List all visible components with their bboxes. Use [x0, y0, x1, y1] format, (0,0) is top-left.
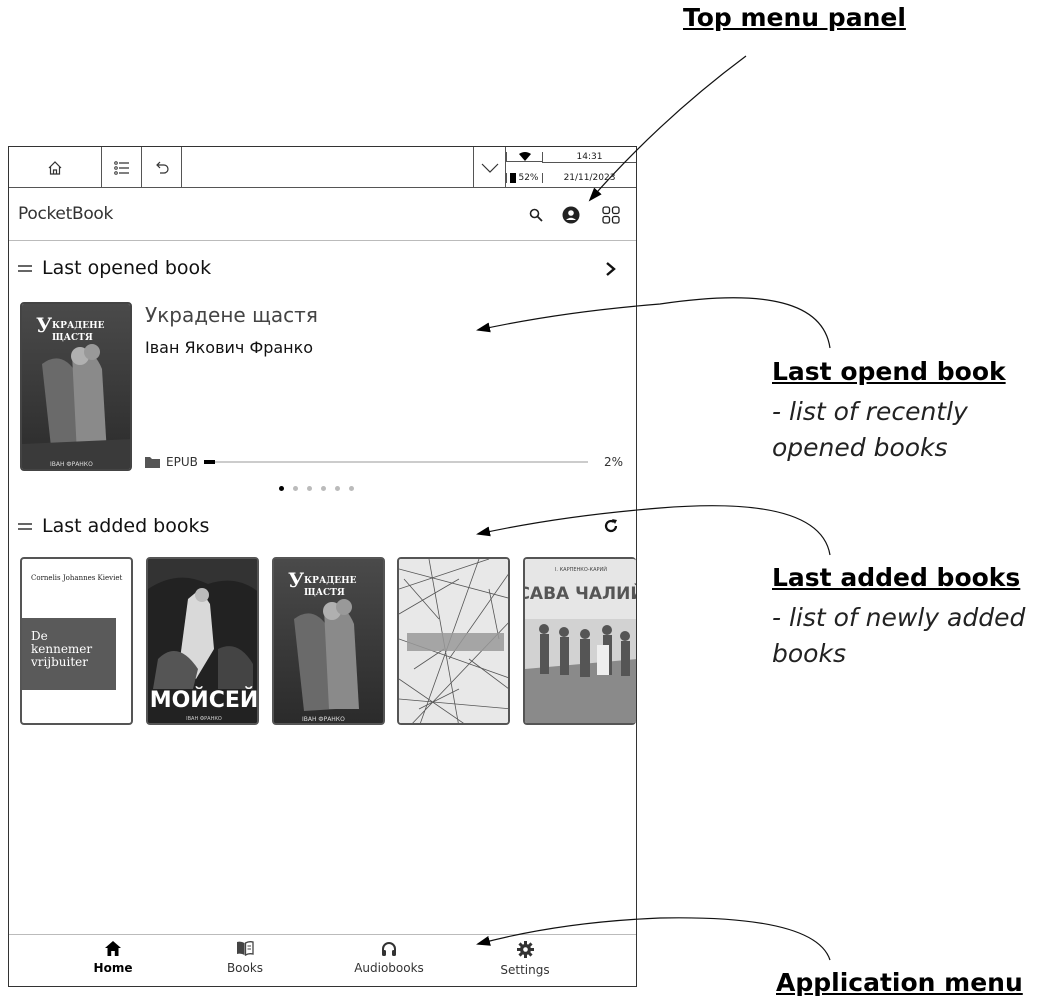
last-opened-header[interactable]: Last opened book [18, 257, 211, 279]
wifi-status[interactable] [506, 152, 542, 162]
grid-view-icon [602, 206, 620, 224]
progress-track [203, 460, 588, 464]
chevron-down-icon [481, 163, 498, 173]
carousel-dot[interactable] [349, 486, 354, 491]
refresh-button[interactable] [603, 518, 619, 538]
callout-last-opened-book: Last opend book [772, 357, 1006, 386]
cover-title-block: De kennemer vrijbuiter [22, 618, 116, 690]
last-added-title: Last added books [42, 515, 210, 537]
cover-title-line3: vrijbuiter [31, 655, 88, 669]
drag-handle-icon[interactable] [18, 522, 32, 530]
battery-level: 52% [518, 172, 539, 183]
cover-initial: У [288, 568, 304, 592]
nav-item-settings[interactable]: Settings [485, 941, 565, 977]
toc-icon [113, 160, 129, 175]
callout-last-added-desc: - list of newly added books [772, 603, 1026, 668]
cover-art: МОЙСЕЙ ІВАН ФРАНКО [148, 559, 259, 723]
cover-title: САВА ЧАЛИЙ [525, 582, 636, 604]
books-icon [236, 941, 254, 959]
carousel-dot[interactable] [335, 486, 340, 491]
cover-author: ІВАН ФРАНКО [302, 716, 345, 723]
cover-art [399, 559, 508, 723]
cover-title-line1: КРАДЕНЕ [52, 321, 105, 331]
back-icon [155, 161, 169, 174]
nav-item-audiobooks[interactable]: Audiobooks [349, 941, 429, 975]
status-indicators: 14:31 52% 21/11/2023 [506, 147, 636, 188]
back-button[interactable] [142, 147, 182, 188]
cover-art: У КРАДЕНЕ ЩАСТЯ ІВАН ФРАНКО [22, 304, 130, 469]
search-button[interactable] [524, 203, 548, 227]
cover-author: І. КАРПЕНКО-КАРИЙ [555, 566, 607, 573]
callout-last-added-books: Last added books [772, 563, 1021, 592]
nav-item-home[interactable]: Home [73, 941, 153, 975]
carousel-dot[interactable] [307, 486, 312, 491]
nav-label: Books [226, 961, 264, 975]
chevron-right-icon [606, 262, 616, 276]
book-cover-sava[interactable]: І. КАРПЕНКО-КАРИЙ САВА ЧАЛИЙ [523, 557, 636, 725]
reading-progress: EPUB 2% [145, 454, 623, 470]
home-icon [105, 941, 121, 959]
carousel-dots[interactable] [279, 486, 354, 491]
book-cover-ukradene-large[interactable]: У КРАДЕНЕ ЩАСТЯ ІВАН ФРАНКО [20, 302, 132, 471]
progress-fill [203, 460, 216, 464]
open-last-opened-button[interactable] [605, 261, 617, 281]
cover-title-line1: КРАДЕНЕ [304, 576, 357, 586]
callout-last-opened-desc: - list of recently opened books [772, 397, 968, 462]
cover-author: ІВАН ФРАНКО [50, 461, 93, 468]
book-cover-moisei[interactable]: МОЙСЕЙ ІВАН ФРАНКО [146, 557, 259, 725]
nav-item-books[interactable]: Books [205, 941, 285, 975]
cover-initial: У [36, 313, 52, 337]
last-opened-title: Last opened book [42, 257, 212, 279]
cover-art: У КРАДЕНЕ ЩАСТЯ ІВАН ФРАНКО [274, 559, 383, 723]
current-book-author: Іван Якович Франко [145, 338, 314, 357]
brand-logo: PocketBook [18, 204, 114, 224]
drag-handle-icon[interactable] [18, 264, 32, 272]
progress-label: 2% [603, 455, 623, 469]
account-icon [562, 206, 580, 224]
cover-author: Cornelis Johannes Kieviet [31, 574, 123, 582]
device-screen: 14:31 52% 21/11/2023 PocketBook Last ope… [8, 146, 637, 987]
refresh-icon [604, 519, 618, 533]
search-icon [529, 208, 543, 222]
headphones-icon [381, 941, 397, 959]
book-cover-abstract[interactable] [397, 557, 510, 725]
battery-status: 52% [506, 172, 542, 183]
clock-date: 21/11/2023 [542, 172, 636, 183]
cover-author: ІВАН ФРАНКО [186, 716, 222, 722]
carousel-dot[interactable] [279, 486, 284, 491]
cover-title-line2: ЩАСТЯ [304, 588, 345, 598]
toc-button[interactable] [102, 147, 142, 188]
nav-label: Settings [500, 963, 550, 977]
battery-icon [510, 172, 517, 183]
cover-title: МОЙСЕЙ [150, 687, 259, 713]
cover-title-line2: ЩАСТЯ [52, 333, 93, 343]
book-cover-ukradene[interactable]: У КРАДЕНЕ ЩАСТЯ ІВАН ФРАНКО [272, 557, 385, 725]
last-added-header[interactable]: Last added books [18, 515, 209, 537]
collapse-button[interactable] [473, 147, 506, 188]
home-icon [48, 160, 62, 175]
cover-art: І. КАРПЕНКО-КАРИЙ САВА ЧАЛИЙ [525, 559, 636, 723]
book-cover-kieviet[interactable]: Cornelis Johannes Kieviet De kennemer vr… [20, 557, 133, 725]
home-button[interactable] [9, 147, 102, 188]
nav-label: Home [93, 961, 133, 975]
account-button[interactable] [559, 203, 583, 227]
carousel-dot[interactable] [293, 486, 298, 491]
book-format: EPUB [166, 455, 198, 469]
current-book-title[interactable]: Украдене щастя [145, 303, 318, 327]
callout-application-menu: Application menu [776, 968, 1023, 997]
callout-top-menu-panel: Top menu panel [683, 3, 906, 32]
folder-icon [145, 457, 160, 468]
statusbar-spacer [182, 147, 473, 188]
clock-time: 14:31 [542, 151, 636, 163]
application-menu: Home Books Audiobooks Settings [9, 934, 636, 986]
nav-label: Audiobooks [354, 961, 424, 975]
wifi-icon [518, 152, 531, 161]
carousel-dot[interactable] [321, 486, 326, 491]
top-menu-panel: 14:31 52% 21/11/2023 [9, 147, 636, 188]
app-bar: PocketBook [9, 189, 636, 241]
grid-view-button[interactable] [599, 203, 623, 227]
gear-icon [516, 941, 534, 959]
